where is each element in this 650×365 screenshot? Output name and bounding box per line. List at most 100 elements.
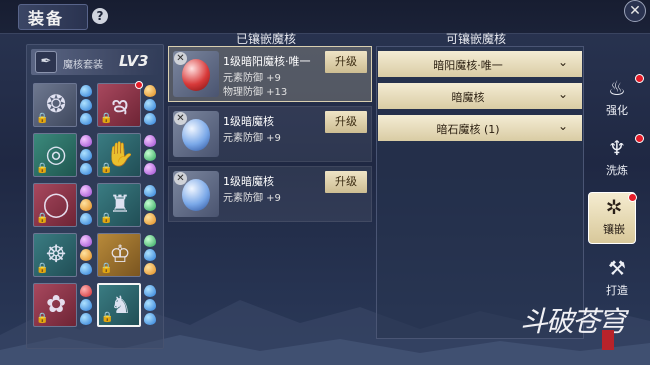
upgrade-button[interactable]: 升级 (325, 51, 367, 73)
remove-core-button[interactable]: ✕ (174, 172, 187, 185)
dropdown-label: 暗魔核 (451, 91, 485, 104)
page-title: 装备 (28, 9, 65, 28)
equip-slot-belt[interactable]: ♔ 🔒 (97, 233, 141, 277)
lock-icon: 🔒 (100, 113, 113, 124)
core-icon: ✕ (173, 51, 219, 97)
gem-icon (144, 249, 156, 261)
gem-icon (144, 113, 156, 125)
gem-icon (144, 285, 156, 297)
help-icon[interactable]: ? (92, 8, 108, 24)
equipment-panel: ✒ 魔核套装 LV3 ❂ 🔒 ఇ 🔒 ◎ 🔒 ✋ 🔒 ◯ 🔒 ♜ 🔒 ☸ 🔒 ♔ 🔒 ✿ 🔒 ♞ 🔒 (26, 44, 164, 349)
equip-slot-gloves[interactable]: ✋ 🔒 (97, 133, 141, 177)
forge-icon: ⚒ (608, 256, 626, 280)
equip-slot-armor[interactable]: ♜ 🔒 (97, 183, 141, 227)
gem-icon (144, 235, 156, 247)
gem-icon (80, 85, 92, 97)
gem-icon (144, 213, 156, 225)
inlaid-core-row[interactable]: ✕ 1级暗魔核 元素防御 +9 升级 (168, 166, 372, 222)
core-icon: ✕ (173, 111, 219, 157)
top-bar: 装备 ? ✕ (0, 0, 650, 34)
notification-dot (635, 74, 644, 83)
gem-icon (144, 85, 156, 97)
inlaid-core-row[interactable]: ✕ 1级暗魔核元素防御 +9 升级 (168, 106, 372, 162)
enhance-icon: ♨ (608, 76, 626, 100)
gem-column (142, 285, 158, 327)
tab-forge[interactable]: ⚒ 打造 (592, 254, 642, 304)
gem-column (78, 85, 94, 127)
lock-icon: 🔒 (36, 213, 49, 224)
available-title: 可镶嵌魔核 (446, 32, 507, 46)
core-stat: 物理防御 +13 (223, 87, 288, 98)
magic-core-icon (182, 119, 210, 151)
lock-icon: 🔒 (100, 263, 113, 274)
gem-icon (144, 135, 156, 147)
refine-icon: ♆ (608, 136, 626, 160)
gem-icon (80, 285, 92, 297)
gem-icon (80, 113, 92, 125)
gem-column (78, 235, 94, 277)
lock-icon: 🔒 (36, 263, 49, 274)
dropdown-label: 暗石魔核 (1) (436, 123, 500, 136)
gem-icon (80, 263, 92, 275)
core-category-dropdown[interactable]: 暗魔核 ⌄ (378, 83, 582, 109)
equip-slot-boots[interactable]: ♞ 🔒 (97, 283, 141, 327)
set-level: LV3 (119, 52, 149, 70)
equip-slot-ring[interactable]: ◯ 🔒 (33, 183, 77, 227)
core-name: 1级暗阳魔核·唯一 (223, 55, 311, 68)
available-core-list: 暗阳魔核·唯一 ⌄ 暗魔核 ⌄ 暗石魔核 (1) ⌄ (376, 46, 584, 339)
tab-label: 打造 (606, 284, 628, 297)
core-name: 1级暗魔核 (223, 115, 274, 128)
magic-core-icon (182, 59, 210, 91)
gem-icon (80, 163, 92, 175)
tab-label: 洗炼 (606, 164, 628, 177)
tab-enhance[interactable]: ♨ 强化 (592, 74, 644, 124)
lock-icon: 🔒 (101, 312, 114, 323)
gem-column (142, 235, 158, 277)
core-category-dropdown[interactable]: 暗阳魔核·唯一 ⌄ (378, 51, 582, 77)
chevron-down-icon: ⌄ (557, 119, 568, 133)
inlaid-core-row[interactable]: ✕ 1级暗阳魔核·唯一 元素防御 +9 物理防御 +13 升级 (168, 46, 372, 102)
inlaid-core-list: ✕ 1级暗阳魔核·唯一 元素防御 +9 物理防御 +13 升级 ✕ 1级暗魔核 元素防御 +9… (168, 46, 372, 224)
tab-inlay[interactable]: ✲ 镶嵌 (588, 192, 637, 244)
core-icon: ✕ (173, 171, 219, 217)
gem-column (78, 285, 94, 327)
gem-column (142, 185, 158, 227)
gem-icon (144, 163, 156, 175)
feather-icon: ✒ (35, 51, 57, 73)
set-header: ✒ 魔核套装 LV3 (31, 49, 159, 75)
gem-column (142, 135, 158, 177)
gem-icon (80, 199, 92, 211)
gem-icon (144, 185, 156, 197)
equip-slot-bracelet[interactable]: ◎ 🔒 (33, 133, 77, 177)
upgrade-button[interactable]: 升级 (325, 111, 367, 133)
equip-slot-helmet[interactable]: ❂ 🔒 (33, 83, 77, 127)
gem-icon (144, 99, 156, 111)
equip-slot-necklace[interactable]: ఇ 🔒 (97, 83, 141, 127)
equip-slot-amulet[interactable]: ☸ 🔒 (33, 233, 77, 277)
logo-seal (602, 330, 614, 350)
gem-column (78, 135, 94, 177)
tab-label: 镶嵌 (603, 223, 625, 236)
inlaid-title: 已镶嵌魔核 (236, 32, 297, 46)
gem-icon (144, 149, 156, 161)
set-name: 魔核套装 (63, 60, 103, 71)
lock-icon: 🔒 (36, 113, 49, 124)
tab-refine[interactable]: ♆ 洗炼 (592, 134, 644, 184)
lock-icon: 🔒 (100, 163, 113, 174)
gem-column (142, 85, 158, 127)
close-button[interactable]: ✕ (624, 0, 646, 22)
gem-icon (144, 199, 156, 211)
core-stat: 元素防御 +9 (223, 133, 281, 144)
lock-icon: 🔒 (36, 163, 49, 174)
equip-slot-pendant[interactable]: ✿ 🔒 (33, 283, 77, 327)
gem-column (78, 185, 94, 227)
gem-icon (80, 299, 92, 311)
gem-icon (144, 263, 156, 275)
upgrade-button[interactable]: 升级 (325, 171, 367, 193)
remove-core-button[interactable]: ✕ (174, 112, 187, 125)
remove-core-button[interactable]: ✕ (174, 52, 187, 65)
gem-icon (80, 249, 92, 261)
core-category-dropdown[interactable]: 暗石魔核 (1) ⌄ (378, 115, 582, 141)
magic-core-icon (182, 179, 210, 211)
core-stat: 元素防御 +9 (223, 73, 281, 84)
